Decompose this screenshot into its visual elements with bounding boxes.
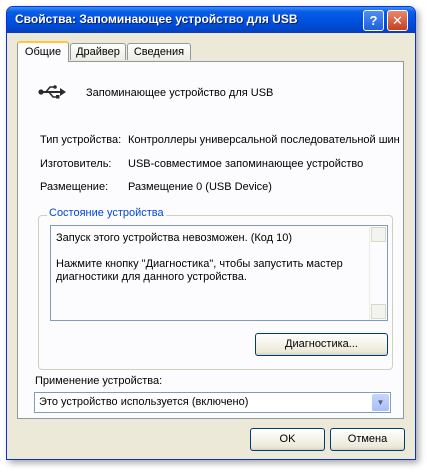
device-type-label: Тип устройства: [40,134,122,146]
diagnostics-button[interactable]: Диагностика... [255,333,388,356]
status-scrollbar[interactable] [369,226,387,320]
window-title: Свойства: Запоминающее устройство для US… [15,12,298,26]
device-type-value: Контроллеры универсальной последовательн… [128,134,400,146]
location-label: Размещение: [40,181,109,193]
ok-button[interactable]: OK [250,428,325,451]
title-bar[interactable]: Свойства: Запоминающее устройство для US… [7,7,415,33]
device-usage-label: Применение устройства: [35,375,163,387]
scroll-up-arrow-icon[interactable] [371,227,386,242]
help-button[interactable]: ? [363,10,384,31]
device-usage-select[interactable]: Это устройство используется (включено) ▼ [34,392,391,413]
scroll-down-arrow-icon[interactable] [371,304,386,319]
location-value: Размещение 0 (USB Device) [128,181,272,193]
device-name: Запоминающее устройство для USB [86,87,274,99]
device-status-textbox[interactable]: Запуск этого устройства невозможен. (Код… [50,225,388,321]
cancel-button[interactable]: Отмена [330,428,405,451]
manufacturer-value: USB-совместимое запоминающее устройство [128,158,364,170]
usb-icon [38,85,66,99]
device-status-text: Запуск этого устройства невозможен. (Код… [56,232,366,297]
manufacturer-label: Изготовитель: [40,158,112,170]
tab-general[interactable]: Общие [17,41,69,62]
properties-dialog: Свойства: Запоминающее устройство для US… [6,6,416,460]
status-hint-line: Нажмите кнопку "Диагностика", чтобы запу… [56,258,343,283]
status-error-line: Запуск этого устройства невозможен. (Код… [56,232,293,244]
general-tab-panel: Запоминающее устройство для USB Тип устр… [17,61,404,419]
tab-details[interactable]: Сведения [127,43,191,60]
device-status-legend: Состояние устройства [47,207,166,219]
tab-driver[interactable]: Драйвер [70,43,126,60]
close-button[interactable]: ✕ [387,10,408,31]
chevron-down-icon[interactable]: ▼ [372,394,389,411]
device-usage-value: Это устройство используется (включено) [39,396,249,408]
